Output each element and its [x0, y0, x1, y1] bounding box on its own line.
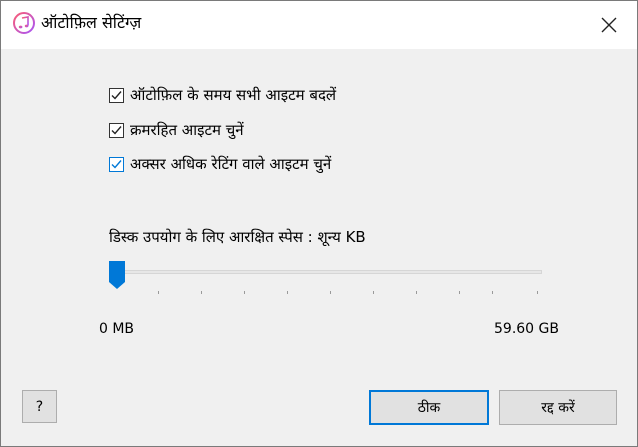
slider-thumb[interactable] [108, 260, 126, 290]
ok-button[interactable]: ठीक [369, 390, 489, 425]
slider-tick [373, 291, 374, 294]
slider-tick [492, 291, 493, 294]
slider-track[interactable] [111, 270, 542, 274]
help-button[interactable]: ? [22, 390, 57, 423]
option-random-items[interactable]: क्रमरहित आइटम चुनें [109, 118, 244, 142]
cancel-button[interactable]: रद्द करें [499, 390, 617, 425]
checkmark-icon [111, 159, 122, 169]
close-button[interactable] [595, 11, 623, 39]
option-label: ऑटोफ़िल के समय सभी आइटम बदलें [130, 86, 337, 104]
itunes-music-note-icon [13, 12, 35, 34]
checkmark-icon [111, 125, 122, 135]
checkbox-higher-rated-items[interactable] [109, 156, 124, 172]
slider-tick [158, 291, 159, 294]
option-replace-all-items[interactable]: ऑटोफ़िल के समय सभी आइटम बदलें [109, 83, 336, 107]
slider-max-label: 59.60 GB [494, 321, 559, 337]
autofill-settings-dialog: ऑटोफ़िल सेटिंग्ज़ ऑटोफ़िल के समय सभी आइट… [0, 0, 638, 447]
slider-tick [287, 291, 288, 294]
slider-tick [537, 291, 538, 294]
checkbox-random-items[interactable] [109, 122, 124, 138]
reserved-space-label: डिस्क उपयोग के लिए आरक्षित स्पेस : शून्य… [109, 228, 366, 246]
option-label: क्रमरहित आइटम चुनें [130, 121, 244, 139]
slider-tick [416, 291, 417, 294]
option-higher-rated-items[interactable]: अक्सर अधिक रेटिंग वाले आइटम चुनें [109, 152, 331, 176]
slider-tick [244, 291, 245, 294]
slider-min-label: 0 MB [99, 321, 135, 337]
checkmark-icon [111, 90, 122, 100]
checkbox-replace-all-items[interactable] [109, 87, 124, 103]
slider-tick [201, 291, 202, 294]
slider-tick [459, 291, 460, 294]
dialog-title: ऑटोफ़िल सेटिंग्ज़ [41, 13, 142, 32]
title-bar: ऑटोफ़िल सेटिंग्ज़ [1, 1, 637, 49]
slider-tick [330, 291, 331, 294]
close-icon [601, 17, 617, 33]
option-label: अक्सर अधिक रेटिंग वाले आइटम चुनें [130, 155, 332, 173]
